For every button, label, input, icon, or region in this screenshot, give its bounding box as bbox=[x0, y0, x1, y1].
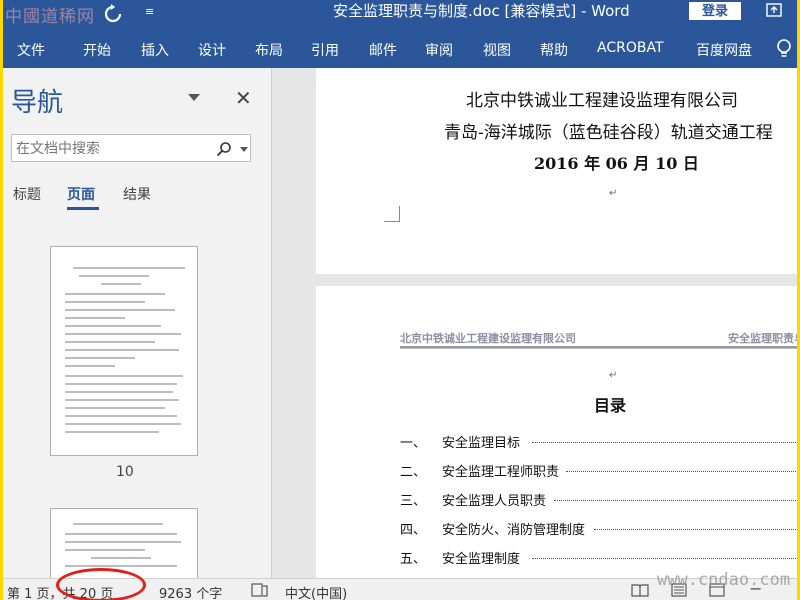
login-button[interactable]: 登录 bbox=[689, 2, 741, 20]
toc-entry-text: 安全监理目标 bbox=[442, 436, 521, 451]
company-name: 北京中铁诚业工程建设监理有限公司 bbox=[466, 91, 738, 111]
autosave-refresh-icon[interactable] bbox=[103, 4, 123, 24]
header-rule bbox=[400, 346, 797, 349]
navigation-pane: 导航 ✕ 标题 页面 结果 bbox=[3, 68, 271, 588]
toc-entry[interactable]: 五、 安全监理制度 bbox=[400, 548, 797, 567]
search-icon[interactable] bbox=[216, 141, 232, 157]
lightbulb-icon[interactable] bbox=[775, 38, 793, 60]
document-page[interactable]: 北京中铁诚业工程建设监理有限公司 青岛-海洋城际（蓝色硅谷段）轨道交通工程 20… bbox=[316, 68, 797, 274]
toc-entry-number: 一、 bbox=[400, 436, 427, 451]
read-mode-icon[interactable] bbox=[631, 583, 649, 597]
tab-help[interactable]: 帮助 bbox=[540, 40, 568, 60]
nav-tab-headings[interactable]: 标题 bbox=[13, 184, 41, 204]
toc-entry-number: 三、 bbox=[400, 494, 427, 509]
project-name: 青岛-海洋城际（蓝色硅谷段）轨道交通工程 bbox=[444, 123, 773, 143]
toc-entry-text: 安全监理工程师职责 bbox=[442, 465, 560, 480]
toc-entry-number: 二、 bbox=[400, 465, 427, 480]
toc-entry[interactable]: 四、 安全防火、消防管理制度 bbox=[400, 519, 797, 538]
toc-leader-dots bbox=[566, 471, 797, 472]
toc-entry-text: 安全监理制度 bbox=[442, 552, 521, 567]
toc-entry-text: 安全监理人员职责 bbox=[442, 494, 547, 509]
tab-insert[interactable]: 插入 bbox=[141, 40, 169, 60]
proofing-icon[interactable] bbox=[251, 582, 269, 598]
nav-pane-title: 导航 bbox=[11, 88, 64, 118]
toc-leader-dots bbox=[554, 500, 797, 501]
search-input[interactable] bbox=[16, 139, 206, 159]
tab-references[interactable]: 引用 bbox=[311, 40, 339, 60]
tab-acrobat[interactable]: ACROBAT bbox=[597, 40, 664, 56]
site-watermark: 中國道稀网 bbox=[5, 7, 95, 27]
document-page[interactable]: 北京中铁诚业工程建设监理有限公司 安全监理职责与 ↵ 目录 一、 安全监理目标 … bbox=[316, 286, 797, 578]
toc-leader-dots bbox=[594, 529, 797, 530]
nav-options-dropdown-icon[interactable] bbox=[188, 94, 200, 101]
tab-design[interactable]: 设计 bbox=[198, 40, 226, 60]
document-date: 2016 年 06 月 10 日 bbox=[534, 154, 699, 173]
tab-baidu-netdisk[interactable]: 百度网盘 bbox=[696, 40, 752, 60]
document-title: 安全监理职责与制度.doc [兼容模式] - Word bbox=[333, 2, 630, 20]
tab-view[interactable]: 视图 bbox=[483, 40, 511, 60]
title-bar: 中國道稀网 ≡ 安全监理职责与制度.doc [兼容模式] - Word 登录 bbox=[3, 0, 797, 30]
highlight-circle-annotation bbox=[56, 568, 146, 600]
toc-entry[interactable]: 一、 安全监理目标 bbox=[400, 432, 797, 451]
margin-corner-mark bbox=[384, 206, 400, 222]
page-header-right: 安全监理职责与 bbox=[728, 332, 797, 345]
paragraph-mark-icon: ↵ bbox=[609, 370, 618, 381]
active-tab-indicator bbox=[67, 207, 99, 210]
nav-tab-results[interactable]: 结果 bbox=[123, 184, 151, 204]
word-window: 中國道稀网 ≡ 安全监理职责与制度.doc [兼容模式] - Word 登录 文… bbox=[3, 0, 797, 600]
tab-mailings[interactable]: 邮件 bbox=[369, 40, 397, 60]
search-options-dropdown-icon[interactable] bbox=[240, 147, 248, 152]
toc-leader-dots bbox=[532, 442, 797, 443]
ribbon-tab-bar: 文件 开始 插入 设计 布局 引用 邮件 审阅 视图 帮助 ACROBAT 百度… bbox=[3, 30, 797, 68]
quick-access-more-icon[interactable]: ≡ bbox=[145, 5, 154, 18]
toc-entry-number: 四、 bbox=[400, 523, 427, 538]
toc-entry-text: 安全防火、消防管理制度 bbox=[442, 523, 586, 538]
tab-home[interactable]: 开始 bbox=[83, 40, 111, 60]
search-box[interactable] bbox=[11, 134, 251, 162]
page-header-left: 北京中铁诚业工程建设监理有限公司 bbox=[400, 332, 576, 345]
toc-title: 目录 bbox=[594, 396, 627, 415]
toc-entry[interactable]: 三、 安全监理人员职责 bbox=[400, 490, 797, 509]
word-count[interactable]: 9263 个字 bbox=[159, 583, 222, 600]
toc-entry[interactable]: 二、 安全监理工程师职责 bbox=[400, 461, 797, 480]
page-thumbnail-label: 10 bbox=[116, 464, 134, 480]
ribbon-display-options-icon[interactable] bbox=[766, 3, 782, 17]
tab-layout[interactable]: 布局 bbox=[255, 40, 283, 60]
tab-file[interactable]: 文件 bbox=[17, 40, 45, 60]
language-indicator[interactable]: 中文(中国) bbox=[285, 583, 347, 600]
document-canvas[interactable]: 北京中铁诚业工程建设监理有限公司 青岛-海洋城际（蓝色硅谷段）轨道交通工程 20… bbox=[272, 68, 797, 578]
toc-entry-number: 五、 bbox=[400, 552, 427, 567]
page-thumbnail-10[interactable] bbox=[50, 246, 198, 456]
close-icon[interactable]: ✕ bbox=[235, 86, 252, 110]
toc-leader-dots bbox=[532, 558, 797, 559]
nav-tab-pages[interactable]: 页面 bbox=[67, 184, 95, 204]
paragraph-mark-icon: ↵ bbox=[609, 188, 618, 199]
tab-review[interactable]: 审阅 bbox=[425, 40, 453, 60]
site-watermark-bottom: www.cndao.com bbox=[657, 570, 791, 590]
